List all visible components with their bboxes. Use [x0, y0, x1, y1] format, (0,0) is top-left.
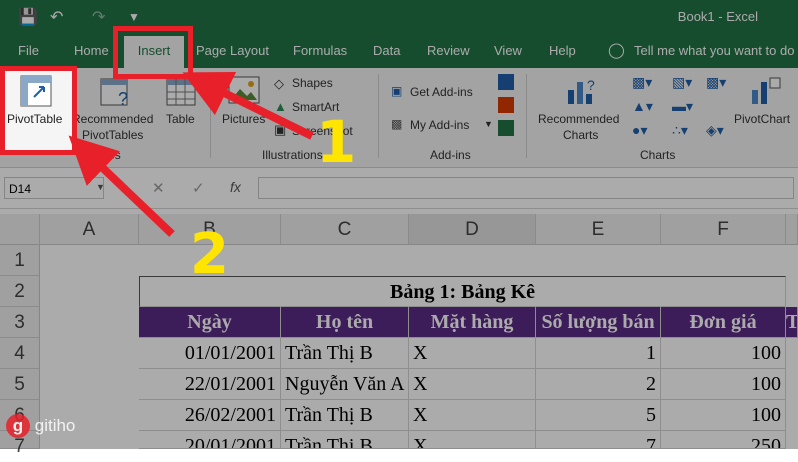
arrow-to-insert-tab	[182, 72, 314, 140]
arrow-to-pivottable	[68, 135, 175, 237]
gitiho-logo-icon: g	[6, 414, 30, 438]
gitiho-watermark: g gitiho	[6, 414, 75, 438]
annotation-arrows	[68, 72, 314, 237]
watermark-text: gitiho	[34, 416, 76, 435]
step-2-marker: 2	[190, 222, 229, 287]
step-1-marker: 1	[316, 108, 357, 176]
